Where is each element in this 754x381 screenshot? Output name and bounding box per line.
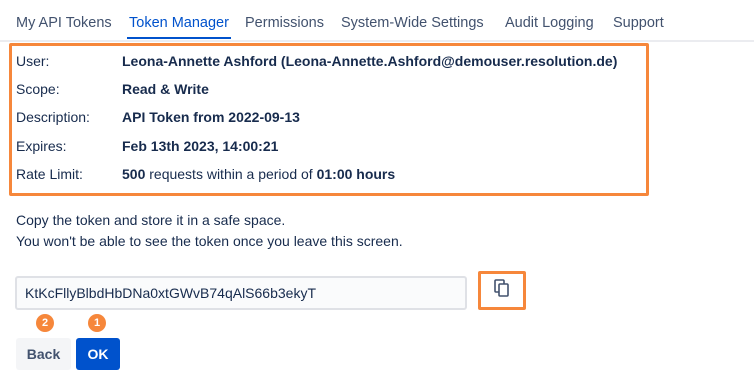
tab-support[interactable]: Support [613,15,664,31]
scope-value: Read & Write [122,81,209,97]
rate-limit-text: requests within a period of [145,166,317,182]
copy-instructions: Copy the token and store it in a safe sp… [16,210,403,252]
token-field[interactable] [15,276,467,310]
user-value: Leona-Annette Ashford (Leona-Annette.Ash… [122,53,618,69]
scope-label: Scope: [16,81,60,97]
copy-icon [494,279,510,302]
copy-token-button[interactable] [478,271,526,310]
step-badge-back: 2 [36,314,54,332]
expires-value: Feb 13th 2023, 14:00:21 [122,138,279,154]
description-value: API Token from 2022-09-13 [122,109,300,125]
step-badge-ok: 1 [88,314,106,332]
tab-my-api-tokens[interactable]: My API Tokens [16,15,112,31]
copy-instructions-line-2: You won't be able to see the token once … [16,233,403,249]
description-label: Description: [16,109,90,125]
back-button[interactable]: Back [16,338,71,370]
tab-token-manager[interactable]: Token Manager [129,15,229,31]
copy-instructions-line-1: Copy the token and store it in a safe sp… [16,212,286,228]
active-tab-indicator [127,37,231,39]
tab-bar: My API Tokens Token Manager Permissions … [0,0,754,42]
rate-limit-value: 500 requests within a period of 01:00 ho… [122,166,395,182]
user-label: User: [16,53,50,69]
ok-button[interactable]: OK [76,338,120,370]
rate-limit-period: 01:00 hours [316,166,396,182]
rate-limit-label: Rate Limit: [16,166,83,182]
rate-limit-count: 500 [122,166,146,182]
tab-system-wide-settings[interactable]: System-Wide Settings [341,15,484,31]
expires-label: Expires: [16,138,67,154]
tab-audit-logging[interactable]: Audit Logging [505,15,594,31]
tab-permissions[interactable]: Permissions [245,15,324,31]
token-details-panel: User: Leona-Annette Ashford (Leona-Annet… [9,43,649,196]
